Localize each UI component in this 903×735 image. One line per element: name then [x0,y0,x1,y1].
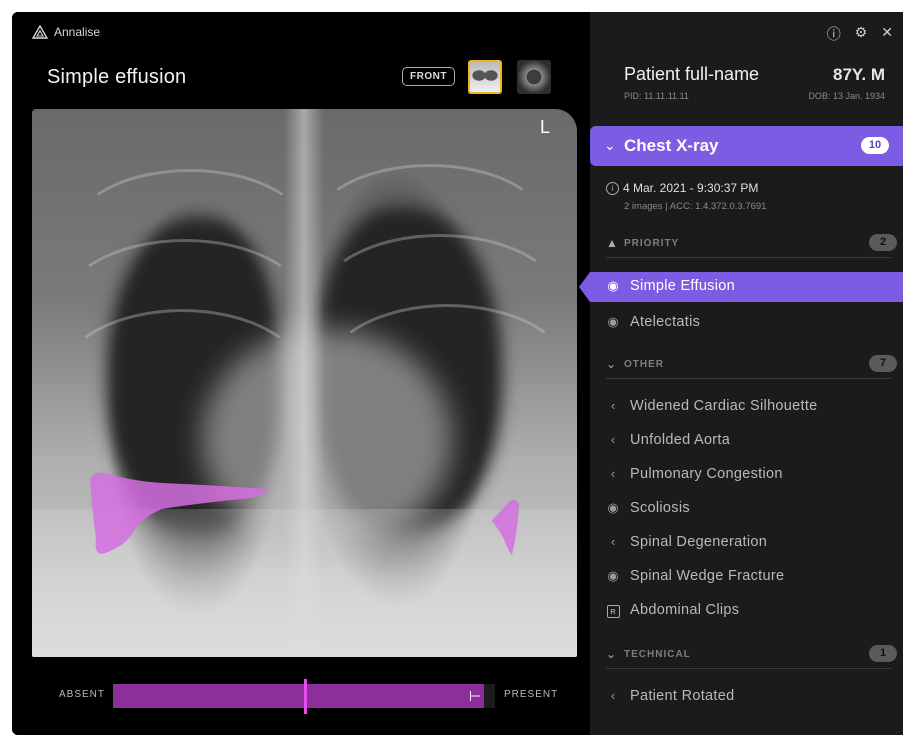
help-icon[interactable]: ⓘ [827,24,841,44]
patient-dob: DOB: 13 Jan. 1934 [808,91,885,101]
finding-spinal-wedge-fracture[interactable]: ◉ Spinal Wedge Fracture [590,562,903,592]
finding-patient-rotated[interactable]: ‹ Patient Rotated [590,682,903,712]
xray-image[interactable]: L [32,109,577,657]
eye-icon[interactable]: ◉ [606,278,620,294]
finding-simple-effusion[interactable]: ◉ Simple Effusion [579,272,903,302]
finding-atelectatis[interactable]: ◉ Atelectatis [590,308,903,338]
chevron-left-icon[interactable]: ‹ [606,688,620,703]
eye-icon[interactable]: ◉ [606,568,620,584]
patient-age-sex: 87Y. M [833,65,885,84]
side-marker: L [540,117,551,137]
chevron-left-icon[interactable]: ‹ [606,466,620,481]
section-count: 7 [869,355,897,372]
study-datetime: 4 Mar. 2021 - 9:30:37 PM [623,181,759,195]
section-label: PRIORITY [624,238,680,249]
report-icon[interactable]: R [606,602,620,618]
finding-label: Spinal Wedge Fracture [630,568,785,584]
finding-label: Abdominal Clips [630,602,740,618]
finding-label: Widened Cardiac Silhouette [630,398,818,414]
slider-present-label: PRESENT [504,689,559,700]
section-count: 1 [869,645,897,662]
eye-icon[interactable]: ◉ [606,314,620,330]
section-other[interactable]: ⌄ OTHER 7 [606,354,897,379]
finding-label: Scoliosis [630,500,690,516]
section-label: TECHNICAL [624,649,691,660]
finding-widened-cardiac-silhouette[interactable]: ‹ Widened Cardiac Silhouette [590,392,903,422]
brand: Annalise [32,25,100,39]
thumbnail-frontal[interactable] [468,60,502,94]
patient-name: Patient full-name [624,64,760,84]
chevron-down-icon: ⌄ [606,357,617,371]
section-count: 2 [869,234,897,251]
finding-label: Spinal Degeneration [630,534,768,550]
warning-icon: ▲ [606,236,618,250]
study-findings-count: 10 [861,137,889,154]
section-label: OTHER [624,359,664,370]
close-icon[interactable]: ✕ [881,24,893,44]
finding-label: Patient Rotated [630,688,735,704]
app-window: Annalise Simple effusion FRONT L ABSENT … [12,12,903,735]
chevron-left-icon[interactable]: ‹ [606,398,620,413]
finding-title: Simple effusion [47,66,187,88]
finding-label: Unfolded Aorta [630,432,731,448]
finding-label: Pulmonary Congestion [630,466,783,482]
finding-label: Simple Effusion [630,278,735,294]
effusion-overlay [90,472,519,555]
annalise-logo-icon [32,25,48,39]
slider-absent-label: ABSENT [59,689,106,700]
eye-icon[interactable]: ◉ [606,500,620,516]
finding-scoliosis[interactable]: ◉ Scoliosis [590,494,903,524]
section-priority[interactable]: ▲ PRIORITY 2 [606,233,897,258]
slider-fill [113,684,484,708]
patient-pid: PID: 11.11.11.11 [624,91,689,101]
study-datetime-row: i 4 Mar. 2021 - 9:30:37 PM [606,181,758,195]
info-icon[interactable]: i [606,182,619,195]
chevron-down-icon: ⌄ [604,137,616,153]
image-viewer: Annalise Simple effusion FRONT L ABSENT … [12,12,590,735]
slider-threshold-marker [304,679,307,714]
view-badge: FRONT [402,67,455,86]
slider-track[interactable]: ⊢ [113,679,495,714]
confidence-slider[interactable]: ABSENT ⊢ PRESENT [12,677,590,717]
section-technical[interactable]: ⌄ TECHNICAL 1 [606,644,897,669]
study-title: Chest X-ray [624,136,719,155]
finding-label: Atelectatis [630,314,701,330]
finding-spinal-degeneration[interactable]: ‹ Spinal Degeneration [590,528,903,558]
chevron-down-icon: ⌄ [606,647,617,661]
chevron-left-icon[interactable]: ‹ [606,432,620,447]
finding-abdominal-clips[interactable]: R Abdominal Clips [590,596,903,626]
thumbnail-lateral[interactable] [517,60,551,94]
panel-toolbar: ⓘ ⚙ ✕ [827,24,893,44]
study-meta: 2 images | ACC: 1.4.372.0.3.7691 [624,201,767,212]
finding-unfolded-aorta[interactable]: ‹ Unfolded Aorta [590,426,903,456]
gear-icon[interactable]: ⚙ [855,24,868,44]
chevron-left-icon[interactable]: ‹ [606,534,620,549]
brand-name: Annalise [54,25,101,39]
slider-handle-icon[interactable]: ⊢ [466,684,484,708]
study-header-chest-xray[interactable]: ⌄ Chest X-ray 10 [590,126,903,166]
finding-pulmonary-congestion[interactable]: ‹ Pulmonary Congestion [590,460,903,490]
findings-panel: ⓘ ⚙ ✕ Patient full-name 87Y. M PID: 11.1… [579,12,903,735]
